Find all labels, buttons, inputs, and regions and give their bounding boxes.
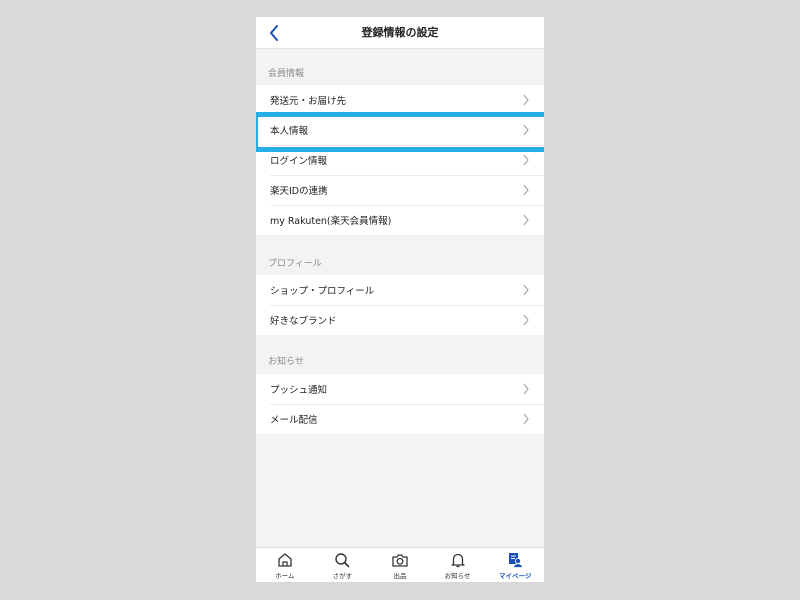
chevron-right-icon (523, 154, 529, 166)
camera-icon (392, 554, 408, 567)
list-item-personal-info[interactable]: 本人情報 (256, 112, 544, 152)
tab-label: ホーム (275, 572, 295, 580)
list-item-label: my Rakuten(楽天会員情報) (270, 216, 392, 227)
section-label-profile: プロフィール (268, 259, 322, 269)
chevron-right-icon (523, 413, 529, 425)
list-item-label: 本人情報 (270, 126, 309, 137)
tab-search[interactable]: さがす (314, 548, 372, 582)
search-icon (335, 553, 350, 568)
list-item-login-info[interactable]: ログイン情報 (256, 145, 544, 175)
chevron-right-icon (523, 94, 529, 106)
list-item-my-rakuten[interactable]: my Rakuten(楽天会員情報) (256, 205, 544, 235)
list-item-push-notification[interactable]: プッシュ通知 (256, 374, 544, 404)
list-item-label: 好きなブランド (270, 316, 337, 327)
list-item-label: プッシュ通知 (270, 385, 328, 396)
tab-label: 出品 (393, 572, 407, 580)
list-item-rakuten-id-link[interactable]: 楽天IDの連携 (256, 175, 544, 205)
chevron-right-icon (523, 383, 529, 395)
list-item-shipping-address[interactable]: 発送元・お届け先 (256, 85, 544, 115)
chevron-right-icon (523, 184, 529, 196)
mypage-icon (509, 553, 524, 568)
tab-mypage[interactable]: マイページ (486, 548, 544, 582)
home-icon (278, 553, 292, 567)
header: 登録情報の設定 (256, 17, 544, 49)
list-item-label: メール配信 (270, 415, 318, 426)
tab-home[interactable]: ホーム (256, 548, 314, 582)
list-item-email-delivery[interactable]: メール配信 (256, 404, 544, 434)
profile-list: ショップ・プロフィール 好きなブランド (256, 275, 544, 335)
tab-label: お知らせ (444, 572, 471, 580)
chevron-right-icon (523, 124, 529, 136)
tab-notifications[interactable]: お知らせ (429, 548, 487, 582)
tab-label: さがす (332, 572, 353, 580)
notifications-list: プッシュ通知 メール配信 (256, 374, 544, 434)
phone-screen: 登録情報の設定 会員情報 発送元・お届け先 本人情報 ログイン情報 楽天IDの連… (256, 17, 544, 582)
chevron-right-icon (523, 314, 529, 326)
list-item-label: ショップ・プロフィール (270, 286, 375, 297)
member-info-list: 発送元・お届け先 本人情報 ログイン情報 楽天IDの連携 my Rakuten(… (256, 85, 544, 235)
list-item-label: 楽天IDの連携 (270, 186, 328, 197)
back-button[interactable] (262, 21, 286, 45)
page-title: 登録情報の設定 (361, 26, 439, 39)
chevron-left-icon (270, 25, 278, 41)
list-item-shop-profile[interactable]: ショップ・プロフィール (256, 275, 544, 305)
tab-listing[interactable]: 出品 (371, 548, 429, 582)
bell-icon (450, 553, 465, 568)
chevron-right-icon (523, 214, 529, 226)
tab-label: マイページ (498, 572, 532, 580)
chevron-right-icon (523, 284, 529, 296)
section-label-member-info: 会員情報 (268, 69, 305, 79)
list-item-label: 発送元・お届け先 (270, 96, 347, 107)
list-item-label: ログイン情報 (270, 156, 328, 167)
tab-bar: ホーム さがす 出品 お知らせ マイページ (256, 547, 544, 582)
list-item-favorite-brands[interactable]: 好きなブランド (256, 305, 544, 335)
section-label-notifications: お知らせ (268, 357, 304, 367)
